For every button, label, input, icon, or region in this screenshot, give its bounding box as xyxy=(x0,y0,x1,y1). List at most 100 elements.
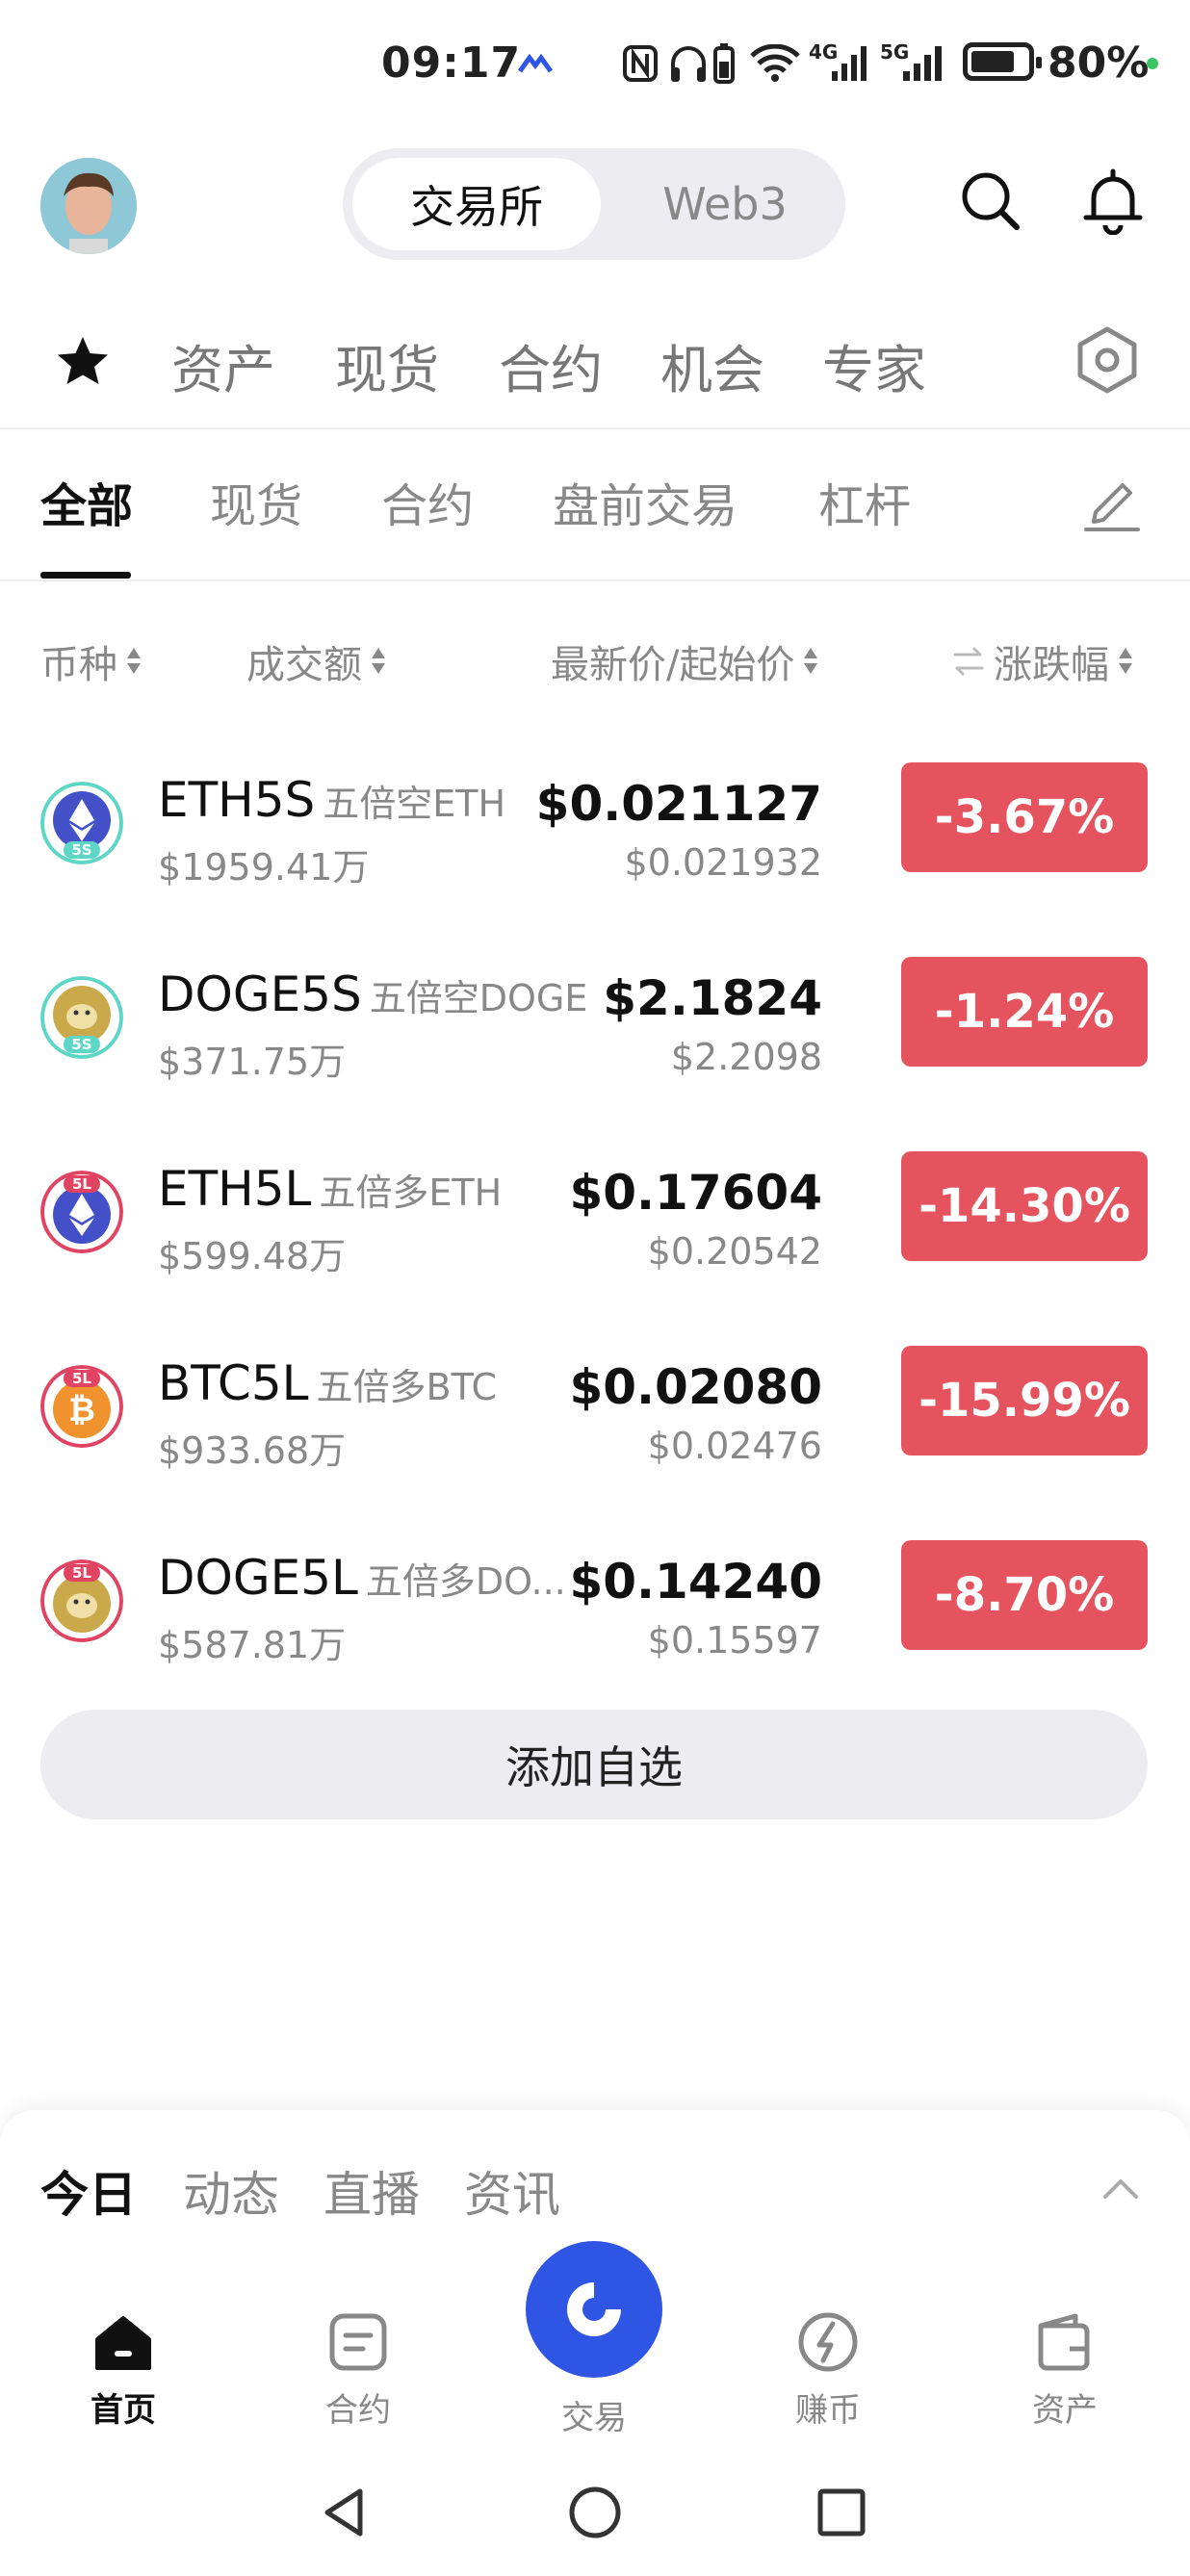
symbol-text: DOGE5S xyxy=(158,966,362,1022)
tabbar-assets-label: 资产 xyxy=(1032,2391,1098,2430)
coin-badge: 5L xyxy=(72,1370,91,1387)
tabs-divider xyxy=(0,580,1190,581)
coin-badge: 5L xyxy=(72,1175,91,1193)
settings-hexagon-icon[interactable] xyxy=(1071,323,1144,397)
headphones-icon xyxy=(671,46,706,82)
battery-icon xyxy=(963,42,1042,81)
sort-icon xyxy=(125,645,142,678)
primary-nav: 资产 现货 合约 机会 专家 xyxy=(0,308,1190,424)
tab-live[interactable]: 直播 xyxy=(323,2156,420,2226)
column-coin-label: 币种 xyxy=(40,643,117,687)
home-icon xyxy=(95,2316,151,2370)
tabbar-home[interactable]: 首页 xyxy=(56,2308,191,2434)
home-circle-icon[interactable] xyxy=(566,2484,624,2541)
favorites-star-icon[interactable] xyxy=(52,331,114,393)
charging-dot xyxy=(1147,58,1158,69)
avatar[interactable] xyxy=(40,158,137,254)
wallet-icon xyxy=(1038,2313,1090,2371)
change-badge[interactable]: -1.24% xyxy=(901,957,1148,1067)
column-volume[interactable]: 成交额 xyxy=(246,633,387,689)
symbol-text: DOGE5L xyxy=(158,1550,358,1606)
trade-icon xyxy=(567,2282,621,2336)
search-icon[interactable] xyxy=(955,166,1024,235)
nav-experts[interactable]: 专家 xyxy=(822,327,926,403)
signal-4g-icon xyxy=(832,46,867,81)
column-price[interactable]: 最新价/起始价 xyxy=(551,633,819,689)
row-volume: $599.48万 xyxy=(158,1235,347,1277)
swap-arrows-icon xyxy=(953,647,984,676)
tabbar-assets[interactable]: 资产 xyxy=(997,2308,1132,2434)
bell-icon[interactable] xyxy=(1078,166,1148,235)
market-row[interactable]: 5S ETH5S 五倍空ETH $1959.41万 $0.021127 $0.02… xyxy=(0,762,1190,974)
signal-5g-icon xyxy=(903,46,942,81)
market-row[interactable]: 5S DOGE5S 五倍空DOGE $371.75万 $2.1824 $2.209… xyxy=(0,957,1190,1169)
nav-opportunities[interactable]: 机会 xyxy=(660,327,764,403)
change-badge[interactable]: -8.70% xyxy=(901,1540,1148,1650)
row-symbol: ETH5S 五倍空ETH xyxy=(158,772,505,828)
sort-icon xyxy=(370,645,387,678)
sort-icon xyxy=(1117,645,1134,678)
market-row[interactable]: ₿ 5L BTC5L 五倍多BTC $933.68万 $0.02080 $0.02… xyxy=(0,1346,1190,1558)
change-badge[interactable]: -14.30% xyxy=(901,1151,1148,1261)
row-symbol: DOGE5L 五倍多DO... xyxy=(158,1550,566,1606)
edit-pencil-icon[interactable] xyxy=(1080,470,1144,533)
column-coin[interactable]: 币种 xyxy=(40,633,142,689)
back-icon[interactable] xyxy=(316,2484,374,2541)
row-symbol: ETH5L 五倍多ETH xyxy=(158,1161,502,1217)
sort-icon xyxy=(802,645,819,678)
nfc-icon xyxy=(623,45,658,82)
coin-badge: 5S xyxy=(71,1036,92,1053)
tab-news[interactable]: 资讯 xyxy=(464,2156,560,2226)
coin-badge: 5L xyxy=(72,1564,91,1582)
tabbar-home-label: 首页 xyxy=(91,2391,156,2430)
row-price: $2.1824 xyxy=(603,970,822,1026)
market-row[interactable]: 5L ETH5L 五倍多ETH $599.48万 $0.17604 $0.2054… xyxy=(0,1151,1190,1363)
symbol-text: BTC5L xyxy=(158,1355,309,1411)
column-change-label: 涨跌幅 xyxy=(994,643,1109,687)
coin-badge: 5S xyxy=(71,841,92,859)
row-symbol: BTC5L 五倍多BTC xyxy=(158,1355,497,1411)
tab-activity[interactable]: 动态 xyxy=(183,2156,279,2226)
column-price-label: 最新价/起始价 xyxy=(551,643,795,687)
chevron-up-icon[interactable] xyxy=(1099,2168,1142,2210)
trade-button[interactable] xyxy=(526,2241,662,2378)
tab-margin[interactable]: 杠杆 xyxy=(818,468,911,535)
tab-today[interactable]: 今日 xyxy=(40,2156,137,2226)
futures-icon xyxy=(329,2313,387,2371)
add-favorite-button[interactable]: 添加自选 xyxy=(40,1710,1148,1819)
wifi-icon xyxy=(750,44,800,82)
change-badge[interactable]: -15.99% xyxy=(901,1346,1148,1455)
nav-futures[interactable]: 合约 xyxy=(499,327,603,403)
symbol-text: ETH5L xyxy=(158,1161,312,1217)
row-symbol: DOGE5S 五倍空DOGE xyxy=(158,966,587,1022)
status-time: 09:17 xyxy=(381,39,522,88)
column-volume-label: 成交额 xyxy=(246,643,362,687)
symbol-desc: 五倍空ETH xyxy=(323,783,506,825)
segment-exchange[interactable]: 交易所 xyxy=(352,158,601,250)
row-price: $0.02080 xyxy=(569,1359,822,1415)
tab-futures[interactable]: 合约 xyxy=(381,468,474,535)
avatar-image xyxy=(40,158,137,254)
tabbar-earn-label: 赚币 xyxy=(795,2391,861,2430)
tabbar-futures[interactable]: 合约 xyxy=(291,2308,426,2434)
symbol-desc: 五倍空DOGE xyxy=(369,977,588,1019)
column-change[interactable]: 涨跌幅 xyxy=(951,633,1134,689)
segment-web3[interactable]: Web3 xyxy=(614,158,836,250)
nav-assets[interactable]: 资产 xyxy=(171,327,275,403)
symbol-text: ETH5S xyxy=(158,772,316,828)
row-volume: $933.68万 xyxy=(158,1430,347,1472)
symbol-desc: 五倍多BTC xyxy=(316,1366,498,1408)
tab-all[interactable]: 全部 xyxy=(40,468,133,535)
recents-square-icon[interactable] xyxy=(813,2484,870,2541)
tab-pre-market[interactable]: 盘前交易 xyxy=(553,468,737,535)
battery-percent: 80% xyxy=(1048,39,1150,88)
row-volume: $587.81万 xyxy=(158,1624,347,1666)
tab-spot[interactable]: 现货 xyxy=(210,468,302,535)
row-open-price: $2.2098 xyxy=(670,1036,822,1078)
row-open-price: $0.20542 xyxy=(647,1230,822,1273)
change-badge[interactable]: -3.67% xyxy=(901,762,1148,872)
tabbar-earn[interactable]: 赚币 xyxy=(761,2308,895,2434)
row-volume: $1959.41万 xyxy=(158,846,370,889)
nav-spot[interactable]: 现货 xyxy=(335,327,439,403)
row-open-price: $0.02476 xyxy=(647,1425,822,1467)
